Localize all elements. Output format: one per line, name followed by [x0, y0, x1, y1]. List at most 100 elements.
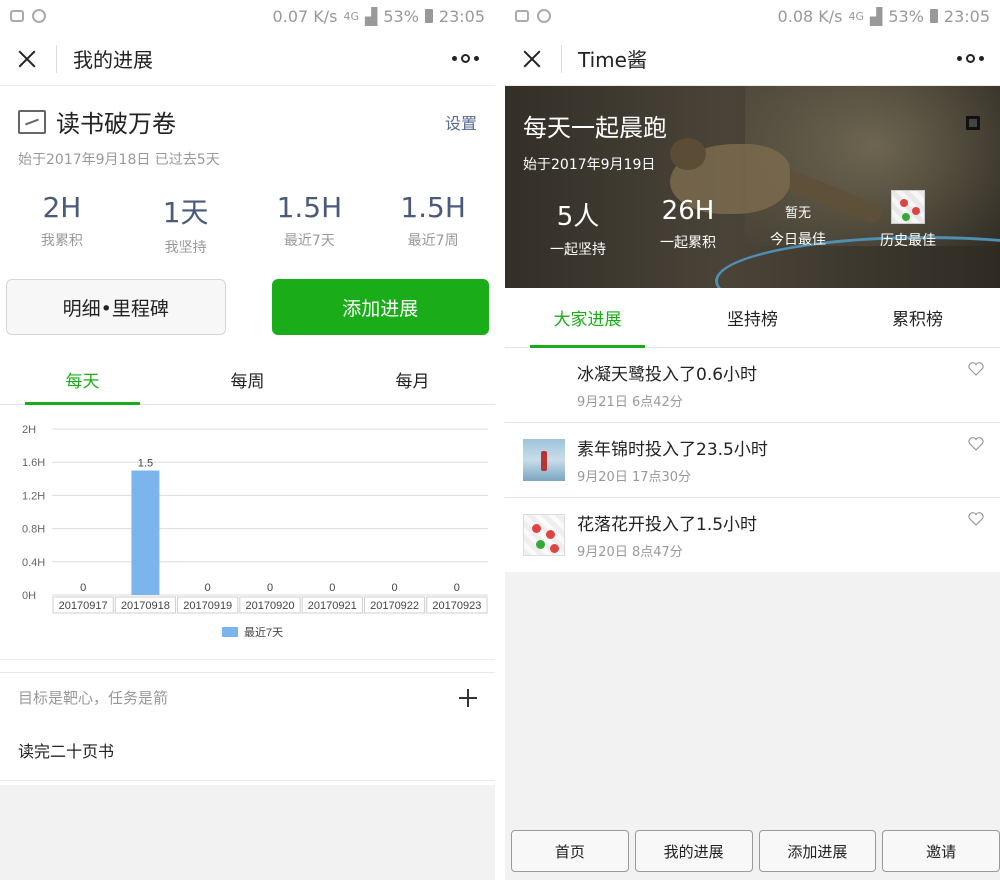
y-tick-label: 0.8H — [22, 524, 45, 536]
legend-label: 最近7天 — [244, 626, 283, 639]
goal-header: 读书破万卷 设置 — [0, 86, 495, 139]
tab-monthly[interactable]: 每月 — [330, 355, 495, 404]
tab-everyone-progress[interactable]: 大家进展 — [505, 288, 670, 348]
x-tick-label: 20170923 — [432, 600, 481, 612]
list-item[interactable]: 冰凝天鹭投入了0.6小时 9月21日 6点42分 — [505, 348, 1000, 423]
y-tick-label: 0H — [22, 590, 36, 602]
x-tick-label: 20170922 — [370, 600, 419, 612]
network-type: 4G — [848, 9, 865, 23]
best-user-avatar — [891, 190, 925, 224]
network-speed: 0.08 K/s — [777, 6, 843, 26]
stat-last-7-days: 1.5H 最近7天 — [276, 191, 343, 249]
left-screen: 0.07 K/s 4G ▟ 53% 23:05 我的进展 读书破万卷 设置 始于… — [0, 0, 495, 880]
target-hint: 目标是靶心，任务是箭 — [18, 689, 169, 707]
goal-title: 读书破万卷 — [56, 110, 176, 138]
task-item[interactable]: 读完二十页书 — [0, 708, 495, 780]
more-menu-icon[interactable] — [452, 54, 483, 63]
avatar — [523, 364, 565, 406]
avatar — [523, 439, 565, 481]
stats-row: 2H 我累积 1天 我坚持 1.5H 最近7天 1.5H 最近7周 — [0, 169, 495, 257]
add-progress-button[interactable]: 添加进展 — [271, 279, 489, 335]
status-bar: 0.07 K/s 4G ▟ 53% 23:05 — [0, 0, 495, 32]
signal-icon: ▟ — [870, 6, 883, 26]
challenge-hero: 每天一起晨跑 始于2017年9月19日 5人 一起坚持 26H 一起累积 暂无 … — [505, 86, 1000, 288]
clock: 23:05 — [438, 6, 485, 26]
data-label: 0 — [205, 582, 211, 594]
stat-history-best[interactable]: 历史最佳 — [853, 190, 963, 250]
message-icon — [10, 10, 24, 22]
stat-members: 5人 一起坚持 — [550, 202, 606, 258]
invite-button[interactable]: 邀请 — [882, 830, 1000, 872]
data-label: 0 — [80, 582, 86, 594]
goal-subtitle: 始于2017年9月18日 已过去5天 — [18, 152, 220, 168]
tab-total-ranking[interactable]: 累积榜 — [835, 288, 1000, 347]
legend-swatch — [222, 627, 238, 637]
x-tick-label: 20170921 — [308, 600, 357, 612]
data-label: 0 — [267, 582, 273, 594]
bottom-action-bar: 首页 我的进展 添加进展 邀请 — [511, 830, 1000, 872]
add-task-icon[interactable] — [459, 688, 477, 707]
challenge-title: 每天一起晨跑 — [523, 114, 667, 142]
more-menu-icon[interactable] — [957, 54, 988, 63]
battery-level: 53% — [888, 6, 924, 26]
x-tick-label: 20170919 — [183, 600, 232, 612]
signal-icon: ▟ — [365, 6, 378, 26]
battery-level: 53% — [383, 6, 419, 26]
y-tick-label: 2H — [22, 424, 36, 436]
stat-last-7-weeks: 1.5H 最近7周 — [400, 191, 466, 249]
close-icon[interactable] — [517, 44, 547, 74]
right-screen: 0.08 K/s 4G ▟ 53% 23:05 Time酱 每天一起晨跑 始于2… — [505, 0, 1000, 880]
data-label: 0 — [392, 582, 398, 594]
network-type: 4G — [343, 9, 360, 23]
weibo-icon — [32, 9, 46, 23]
my-progress-button[interactable]: 我的进展 — [634, 830, 753, 872]
stat-total: 2H 我累积 — [40, 191, 83, 249]
nav-bar: Time酱 — [505, 32, 1000, 86]
bar — [131, 470, 160, 595]
network-speed: 0.07 K/s — [272, 6, 338, 26]
x-tick-label: 20170917 — [59, 600, 108, 612]
data-label: 0 — [329, 582, 335, 594]
list-item[interactable]: 素年锦时投入了23.5小时 9月20日 17点30分 — [505, 423, 1000, 498]
page-title: 我的进展 — [73, 48, 153, 72]
nav-bar: 我的进展 — [0, 32, 495, 86]
tab-weekly[interactable]: 每周 — [165, 355, 330, 404]
stat-today-best: 暂无 今日最佳 — [770, 206, 826, 248]
heart-icon[interactable] — [968, 512, 984, 526]
ranking-tabs: 大家进展 坚持榜 累积榜 — [505, 288, 1000, 348]
y-tick-label: 1.2H — [22, 490, 45, 502]
x-tick-label: 20170920 — [246, 600, 295, 612]
period-tabs: 每天 每周 每月 — [0, 355, 495, 405]
qr-code-icon[interactable] — [966, 116, 980, 130]
settings-link[interactable]: 设置 — [445, 110, 477, 134]
progress-chart: 0H 0.4H 0.8H 1.2H 1.6H 2H 0 20170917 1.5 20170918… — [0, 405, 495, 660]
y-tick-label: 0.4H — [22, 557, 45, 569]
detail-milestone-button[interactable]: 明细•里程碑 — [6, 279, 226, 335]
challenge-subtitle: 始于2017年9月19日 — [523, 157, 656, 173]
target-section: 目标是靶心，任务是箭 读完二十页书 — [0, 672, 495, 781]
clock: 23:05 — [943, 6, 990, 26]
y-tick-label: 1.6H — [22, 457, 45, 469]
heart-icon[interactable] — [968, 362, 984, 376]
add-progress-button[interactable]: 添加进展 — [758, 830, 877, 872]
data-label: 0 — [454, 582, 460, 594]
close-icon[interactable] — [12, 44, 42, 74]
tab-daily[interactable]: 每天 — [0, 355, 165, 405]
x-tick-label: 20170918 — [121, 600, 170, 612]
heart-icon[interactable] — [968, 437, 984, 451]
action-buttons: 明细•里程碑 添加进展 — [0, 257, 495, 335]
home-button[interactable]: 首页 — [511, 830, 629, 872]
battery-icon — [424, 9, 433, 23]
avatar — [523, 514, 565, 556]
stat-total-hours: 26H 一起累积 — [660, 196, 716, 251]
data-label: 1.5 — [138, 458, 153, 470]
battery-icon — [929, 9, 938, 23]
progress-feed: 冰凝天鹭投入了0.6小时 9月21日 6点42分 素年锦时投入了23.5小时 9… — [505, 348, 1000, 573]
tab-streak-ranking[interactable]: 坚持榜 — [670, 288, 835, 347]
presentation-board-icon — [18, 109, 46, 134]
list-item[interactable]: 花落花开投入了1.5小时 9月20日 8点47分 — [505, 498, 1000, 573]
status-bar: 0.08 K/s 4G ▟ 53% 23:05 — [505, 0, 1000, 32]
message-icon — [515, 10, 529, 22]
bar-chart-svg: 0H 0.4H 0.8H 1.2H 1.6H 2H 0 20170917 1.5 20170918… — [22, 424, 488, 639]
stat-streak: 1天 我坚持 — [162, 196, 209, 256]
